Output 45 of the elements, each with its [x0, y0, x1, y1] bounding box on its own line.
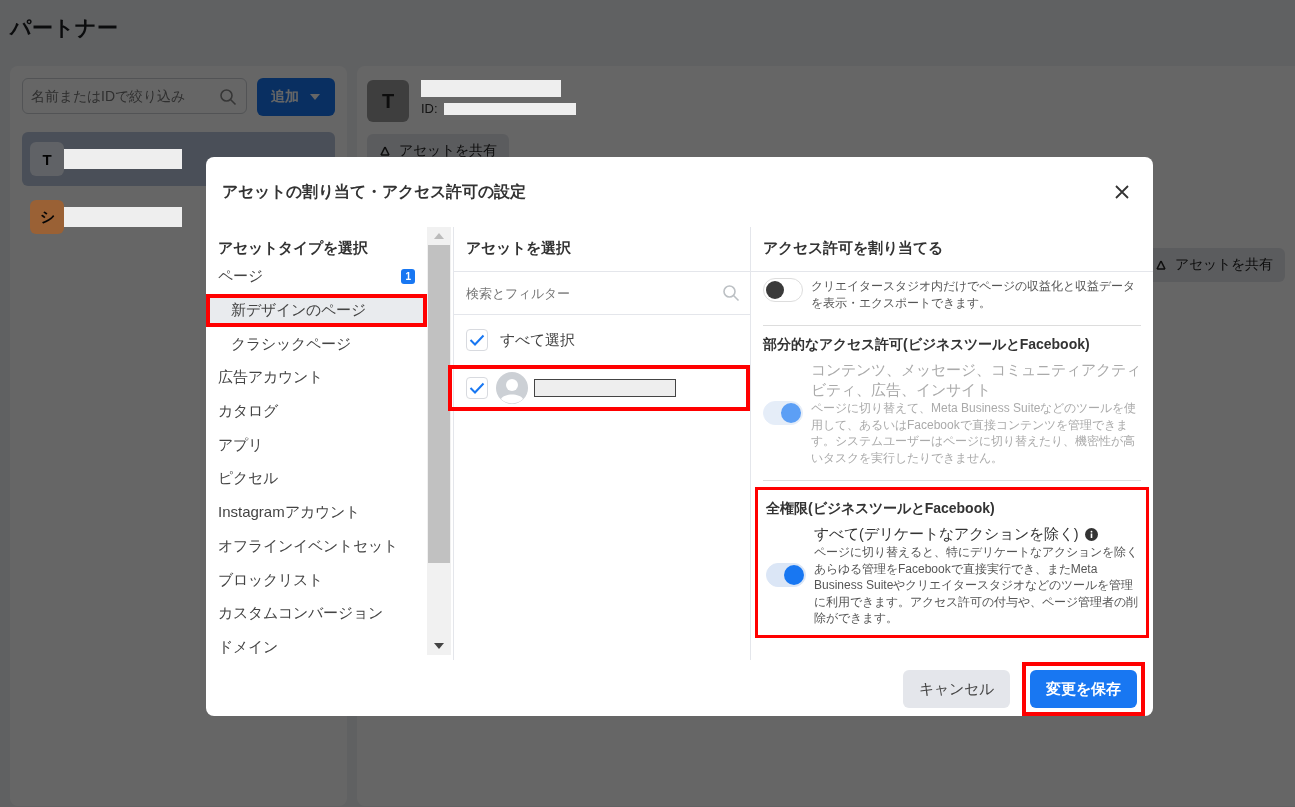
- checkbox[interactable]: [466, 377, 488, 399]
- asset-type-item[interactable]: カスタムコンバージョン: [206, 596, 427, 631]
- caret-icon: [309, 93, 321, 101]
- save-button[interactable]: 変更を保存: [1022, 662, 1145, 716]
- asset-type-item[interactable]: アプリ: [206, 428, 427, 463]
- share-icon: [379, 145, 391, 157]
- count-badge: 1: [401, 269, 415, 285]
- avatar: シ: [30, 200, 64, 234]
- asset-type-item[interactable]: クラシックページ: [206, 327, 427, 362]
- permission-description: ページに切り替えて、Meta Business Suiteなどのツールを使用して、あるいはFacebookで直接コンテンツを管理できます。システムユーザーはページに切り替えたり、機密性が高いタスクを実行したりできません。: [811, 400, 1138, 466]
- asset-type-item[interactable]: ページ 1: [206, 260, 427, 294]
- asset-row[interactable]: [448, 365, 750, 411]
- asset-type-item[interactable]: Instagramアカウント: [206, 495, 427, 530]
- asset-type-item[interactable]: ブロックリスト: [206, 563, 427, 597]
- permission-title: 全権限(ビジネスツールとFacebook): [766, 500, 996, 518]
- scroll-down-arrow-icon[interactable]: [434, 643, 444, 649]
- search-field[interactable]: 検索とフィルター: [454, 272, 750, 314]
- id-label: ID:: [421, 101, 438, 116]
- share-icon: [1155, 259, 1167, 271]
- scrollbar[interactable]: [427, 227, 451, 655]
- asset-type-item[interactable]: 新デザインのページ: [206, 293, 427, 328]
- asset-type-item[interactable]: 広告アカウント: [206, 361, 427, 395]
- column-header: アセットを選択: [454, 227, 750, 272]
- asset-type-item[interactable]: ドメイン: [206, 630, 427, 665]
- asset-type-item[interactable]: オフラインイベントセット: [206, 529, 427, 564]
- search-icon: [722, 284, 740, 302]
- close-icon: [1115, 185, 1129, 199]
- column-header: アセットタイプを選択: [217, 239, 369, 258]
- checkbox[interactable]: [466, 329, 488, 351]
- avatar: T: [30, 142, 64, 176]
- toggle-switch[interactable]: [763, 278, 803, 302]
- permission-title: 部分的なアクセス許可(ビジネスツールとFacebook): [763, 336, 1091, 354]
- asset-type-item[interactable]: カタログ: [206, 394, 427, 429]
- select-all-label: すべて選択: [500, 330, 575, 350]
- asset-type-item[interactable]: ピクセル: [206, 462, 427, 496]
- permission-description: クリエイタースタジオ内だけでページの収益化と収益データを表示・エクスポートできます。: [811, 278, 1136, 311]
- avatar-silhouette-icon: [496, 372, 528, 404]
- permission-summary: すべて(デリケートなアクションを除く): [814, 525, 1079, 544]
- page-title: パートナー: [10, 15, 119, 41]
- permission-summary: コンテンツ、メッセージ、コミュニティアクティビティ、広告、インサイト: [811, 360, 1141, 400]
- column-header: アクセス許可を割り当てる: [751, 227, 1153, 272]
- toggle-switch[interactable]: [766, 563, 806, 588]
- search-icon: [219, 88, 237, 106]
- permission-description: ページに切り替えると、特にデリケートなアクションを除くあらゆる管理をFacebookで直接実行でき、またMeta Business Suiteやクリエイタースタジオなどのツールを管理に利用できます。アクセス許可の付与や、ページ管理者の削除ができます。: [814, 544, 1138, 627]
- cancel-button[interactable]: キャンセル: [903, 670, 1010, 708]
